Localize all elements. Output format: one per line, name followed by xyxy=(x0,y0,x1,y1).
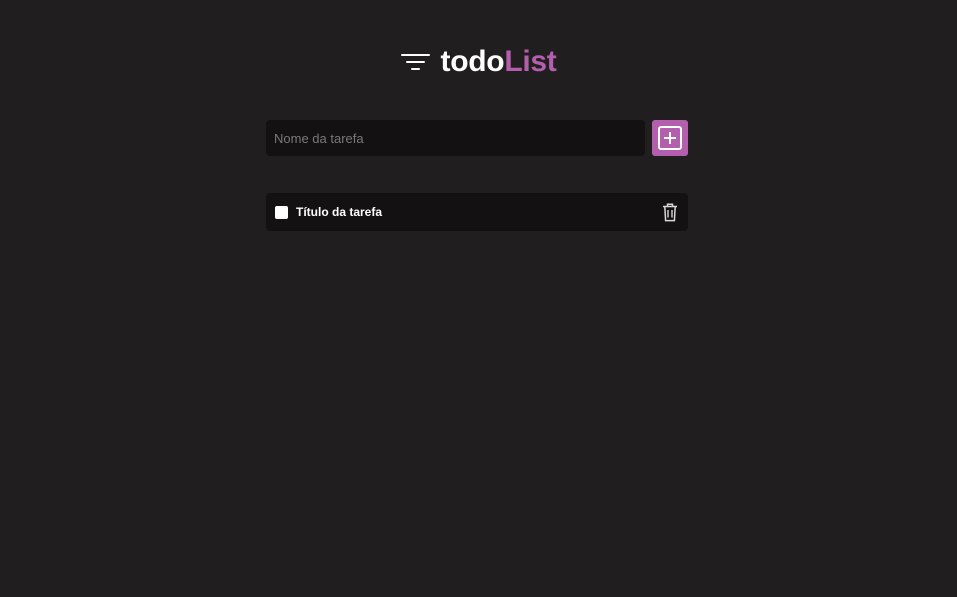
app-title-main: todo xyxy=(440,45,505,78)
task-name-input[interactable] xyxy=(266,120,645,156)
add-task-button[interactable] xyxy=(652,120,688,156)
plus-square-icon xyxy=(657,125,683,151)
task-title: Título da tarefa xyxy=(296,205,383,219)
trash-icon xyxy=(662,202,678,222)
new-task-form xyxy=(266,120,688,156)
task-checkbox[interactable] xyxy=(275,205,288,219)
filter-lines-icon xyxy=(400,51,431,75)
app-title-accent: List xyxy=(504,45,557,78)
todo-app: todoList Título da tarefa xyxy=(0,0,957,597)
app-title: todoList xyxy=(441,45,557,79)
task-item: Título da tarefa xyxy=(266,193,688,231)
task-list: Título da tarefa xyxy=(266,193,688,231)
app-header: todoList xyxy=(0,42,957,82)
delete-task-button[interactable] xyxy=(661,202,679,222)
